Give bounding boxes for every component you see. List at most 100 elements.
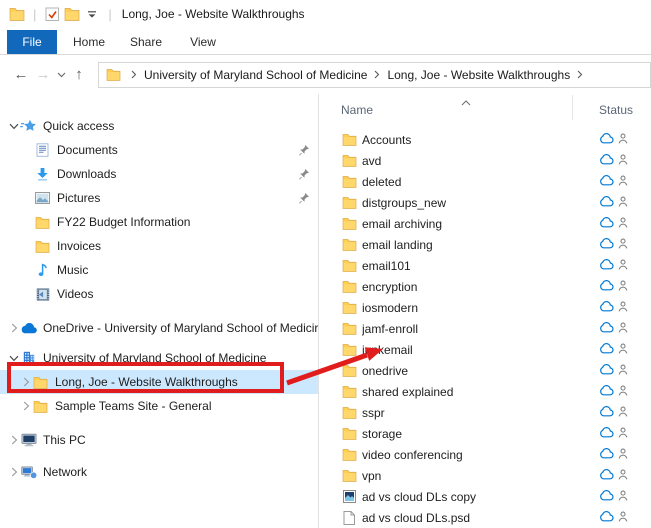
sidebar-item-videos[interactable]: Videos (0, 282, 318, 306)
chevron-down-icon[interactable] (8, 123, 20, 130)
sidebar-item-sample-teams-site-general[interactable]: Sample Teams Site - General (0, 394, 318, 418)
sidebar-section-quick-access[interactable]: Quick access (0, 114, 318, 138)
chevron-right-icon[interactable] (20, 377, 32, 387)
folder-icon (341, 301, 357, 314)
tab-file[interactable]: File (7, 30, 57, 54)
file-row-storage[interactable]: storage (319, 423, 651, 444)
address-field[interactable]: University of Maryland School of Medicin… (98, 62, 651, 88)
shared-status-icon (618, 259, 628, 273)
file-row-sspr[interactable]: sspr (319, 402, 651, 423)
sidebar-item-music[interactable]: Music (0, 258, 318, 282)
file-row-distgroups-new[interactable]: distgroups_new (319, 192, 651, 213)
cloud-status-icon (599, 196, 614, 210)
file-row-jamf-enroll[interactable]: jamf-enroll (319, 318, 651, 339)
sidebar-item-label: Downloads (57, 167, 116, 181)
file-name: jamf-enroll (362, 322, 599, 336)
file-name: deleted (362, 175, 599, 189)
sidebar-section-onedrive-university-of-maryland-school-of-medicir[interactable]: OneDrive - University of Maryland School… (0, 316, 318, 340)
chevron-down-icon[interactable] (8, 355, 20, 362)
recent-locations-dropdown-icon[interactable] (54, 72, 68, 78)
file-name: email101 (362, 259, 599, 273)
file-row-avd[interactable]: avd (319, 150, 651, 171)
cloud-status-icon (599, 154, 614, 168)
network-icon (20, 466, 37, 479)
shared-status-icon (618, 364, 628, 378)
sidebar-item-invoices[interactable]: Invoices (0, 234, 318, 258)
separator: | (33, 7, 36, 22)
new-folder-icon[interactable] (62, 4, 82, 24)
file-row-junkemail[interactable]: junkemail (319, 339, 651, 360)
sidebar-section-network[interactable]: Network (0, 460, 318, 484)
file-name: storage (362, 427, 599, 441)
file-row-encryption[interactable]: encryption (319, 276, 651, 297)
file-row-email101[interactable]: email101 (319, 255, 651, 276)
sidebar-item-label: Music (57, 263, 88, 277)
cloud-status-icon (599, 343, 614, 357)
cloud-status-icon (599, 385, 614, 399)
chevron-right-icon[interactable] (8, 467, 20, 477)
folder-icon (341, 364, 357, 377)
computer-icon (20, 433, 37, 447)
chevron-right-icon[interactable] (8, 323, 20, 333)
folder-icon (341, 406, 357, 419)
file-row-video-conferencing[interactable]: video conferencing (319, 444, 651, 465)
tab-home[interactable]: Home (64, 30, 114, 54)
forward-button[interactable]: → (32, 66, 54, 83)
properties-check-icon[interactable] (42, 4, 62, 24)
onedrive-icon (20, 323, 37, 334)
file-row-onedrive[interactable]: onedrive (319, 360, 651, 381)
file-row-vpn[interactable]: vpn (319, 465, 651, 486)
sidebar-item-label: Pictures (57, 191, 100, 205)
file-row-email-landing[interactable]: email landing (319, 234, 651, 255)
breadcrumb-chevron-icon[interactable] (574, 70, 586, 79)
file-row-email-archiving[interactable]: email archiving (319, 213, 651, 234)
file-row-shared-explained[interactable]: shared explained (319, 381, 651, 402)
folder-icon (34, 216, 51, 229)
folder-icon (341, 133, 357, 146)
sidebar-item-fy22-budget-information[interactable]: FY22 Budget Information (0, 210, 318, 234)
download-icon (34, 167, 51, 181)
column-header-name[interactable]: Name (341, 103, 373, 117)
shared-status-icon (618, 427, 628, 441)
column-header-status[interactable]: Status (599, 103, 633, 117)
up-button[interactable]: ↑ (68, 66, 90, 83)
star-icon (20, 119, 37, 133)
file-row-accounts[interactable]: Accounts (319, 129, 651, 150)
sidebar-section-university-of-maryland-school-of-medicine[interactable]: University of Maryland School of Medicin… (0, 346, 318, 370)
breadcrumb-crumb-2[interactable]: Long, Joe - Website Walkthroughs (383, 68, 574, 82)
file-row-deleted[interactable]: deleted (319, 171, 651, 192)
sidebar-item-label: Long, Joe - Website Walkthroughs (55, 375, 238, 389)
sidebar-item-documents[interactable]: Documents (0, 138, 318, 162)
sidebar-item-pictures[interactable]: Pictures (0, 186, 318, 210)
breadcrumb-chevron-icon[interactable] (128, 70, 140, 79)
video-icon (34, 288, 51, 301)
sidebar-section-this-pc[interactable]: This PC (0, 428, 318, 452)
tab-share[interactable]: Share (121, 30, 171, 54)
folder-icon (341, 217, 357, 230)
tab-view[interactable]: View (178, 30, 228, 54)
chevron-right-icon[interactable] (8, 435, 20, 445)
file-icon (341, 511, 357, 525)
folder-icon (32, 400, 49, 413)
cloud-status-icon (599, 427, 614, 441)
sidebar-item-label: FY22 Budget Information (57, 215, 190, 229)
file-name: email archiving (362, 217, 599, 231)
file-name: ad vs cloud DLs.psd (362, 511, 599, 525)
sidebar-item-long-joe-website-walkthroughs[interactable]: Long, Joe - Website Walkthroughs (0, 370, 318, 394)
file-row-ad-vs-cloud-dls-psd[interactable]: ad vs cloud DLs.psd (319, 507, 651, 528)
shared-status-icon (618, 385, 628, 399)
cloud-status-icon (599, 301, 614, 315)
breadcrumb-crumb-1[interactable]: University of Maryland School of Medicin… (140, 68, 371, 82)
cloud-status-icon (599, 406, 614, 420)
column-divider[interactable] (572, 95, 573, 120)
sidebar-section-label: University of Maryland School of Medicin… (43, 351, 266, 365)
back-button[interactable]: ← (10, 66, 32, 83)
file-row-iosmodern[interactable]: iosmodern (319, 297, 651, 318)
breadcrumb-chevron-icon[interactable] (371, 70, 383, 79)
sidebar-item-downloads[interactable]: Downloads (0, 162, 318, 186)
chevron-right-icon[interactable] (20, 401, 32, 411)
file-row-ad-vs-cloud-dls-copy[interactable]: ad vs cloud DLs copy (319, 486, 651, 507)
sidebar-section-label: OneDrive - University of Maryland School… (43, 321, 318, 335)
cloud-status-icon (599, 490, 614, 504)
customize-qat-dropdown-icon[interactable] (82, 4, 102, 24)
